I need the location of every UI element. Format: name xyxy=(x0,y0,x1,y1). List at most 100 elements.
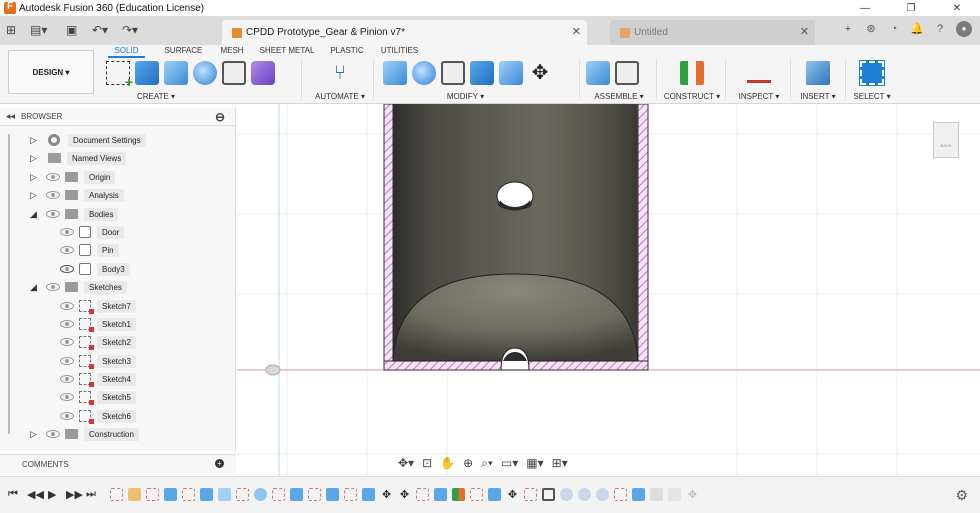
tab-surface[interactable]: SURFACE xyxy=(155,46,212,58)
sketch-step-icon[interactable] xyxy=(470,488,483,501)
eye-icon[interactable] xyxy=(60,246,74,254)
eye-icon[interactable] xyxy=(60,338,74,346)
move-step-icon[interactable]: ✥ xyxy=(398,488,411,501)
revolve-icon[interactable] xyxy=(164,61,188,85)
fillet-step-icon[interactable] xyxy=(578,488,591,501)
tab-utilities[interactable]: UTILITIES xyxy=(372,46,427,58)
automate-icon[interactable]: ⑂ xyxy=(328,61,352,85)
tree-item-sketch3[interactable]: Sketch3 xyxy=(60,353,136,369)
close-tab-icon[interactable]: ✕ xyxy=(572,25,581,38)
plane-step-icon[interactable] xyxy=(452,488,465,501)
minimize-panel-icon[interactable]: ⊖ xyxy=(215,110,225,124)
workspace-switcher[interactable]: DESIGN ▾ xyxy=(8,50,94,94)
tree-item-origin[interactable]: ▷ Origin xyxy=(30,169,116,185)
tab-mesh[interactable]: MESH xyxy=(212,46,252,58)
eye-icon[interactable] xyxy=(60,393,74,401)
fillet-step-icon[interactable] xyxy=(596,488,609,501)
notifications-icon[interactable]: 🔔 xyxy=(910,22,924,36)
split-body-icon[interactable] xyxy=(499,61,523,85)
collapse-arrow-icon[interactable]: ◢ xyxy=(30,209,40,220)
tree-item-analysis[interactable]: ▷ Analysis xyxy=(30,187,124,203)
expand-arrow-icon[interactable]: ▷ xyxy=(30,429,40,440)
timeline-settings-gear-icon[interactable]: ⚙ xyxy=(955,487,968,504)
pan-icon[interactable]: ✋ xyxy=(440,456,455,470)
sketch-step-icon[interactable] xyxy=(146,488,159,501)
hole-icon[interactable] xyxy=(193,61,217,85)
play-icon[interactable]: ▶ xyxy=(48,488,56,501)
tree-item-sketch2[interactable]: Sketch2 xyxy=(60,334,136,350)
app-grid-icon[interactable]: ⊞ xyxy=(6,23,16,37)
pattern-icon[interactable] xyxy=(222,61,246,85)
eye-icon[interactable] xyxy=(60,375,74,383)
extrude-step-icon[interactable] xyxy=(326,488,339,501)
avatar[interactable]: ● xyxy=(956,21,972,37)
tree-item-sketch1[interactable]: Sketch1 xyxy=(60,316,136,332)
extrude-step-icon[interactable] xyxy=(164,488,177,501)
eye-icon[interactable] xyxy=(46,430,60,438)
create-menu[interactable]: CREATE ▾ xyxy=(106,92,206,101)
viewports-icon[interactable]: ⊞▾ xyxy=(552,456,568,470)
tree-item-named-views[interactable]: ▷ Named Views xyxy=(30,150,127,166)
expand-arrow-icon[interactable]: ▷ xyxy=(30,172,40,183)
look-at-icon[interactable]: ⊡ xyxy=(422,456,432,470)
collapse-panel-icon[interactable]: ◂◂ xyxy=(6,111,15,122)
expand-arrow-icon[interactable]: ▷ xyxy=(30,135,40,146)
close-tab-icon[interactable]: ✕ xyxy=(800,25,809,38)
extrude-step-icon[interactable] xyxy=(488,488,501,501)
tree-item-body3[interactable]: Body3 xyxy=(60,261,130,277)
tree-item-sketch5[interactable]: Sketch5 xyxy=(60,389,136,405)
step-back-icon[interactable]: ◀◀ xyxy=(27,488,44,501)
orbit-icon[interactable]: ✥▾ xyxy=(398,456,414,470)
tree-item-document-settings[interactable]: ▷ Document Settings xyxy=(30,132,146,148)
extrude-icon[interactable] xyxy=(135,61,159,85)
eye-icon[interactable] xyxy=(46,283,60,291)
fit-icon[interactable]: ⌕▾ xyxy=(481,456,493,471)
undo-icon[interactable]: ↶▾ xyxy=(92,23,108,37)
left-wall-section[interactable] xyxy=(383,104,394,371)
revolve-step-icon[interactable] xyxy=(218,488,231,501)
help-icon[interactable]: ? xyxy=(933,22,947,36)
tree-item-sketches[interactable]: ◢ Sketches xyxy=(30,279,127,295)
design-canvas[interactable] xyxy=(237,104,980,476)
sketch-step-icon[interactable] xyxy=(110,488,123,501)
insert-menu[interactable]: INSERT ▾ xyxy=(797,92,839,101)
extrude-step-icon[interactable] xyxy=(632,488,645,501)
view-cube[interactable]: BACK xyxy=(933,122,959,158)
grid-settings-icon[interactable]: ▦▾ xyxy=(526,456,543,470)
eye-icon[interactable] xyxy=(60,265,74,273)
tree-item-door[interactable]: Door xyxy=(60,224,125,240)
shell-icon[interactable] xyxy=(441,61,465,85)
eye-icon[interactable] xyxy=(46,191,60,199)
zoom-icon[interactable]: ⊕ xyxy=(463,456,473,470)
add-comment-icon[interactable]: + xyxy=(215,459,224,468)
eye-icon[interactable] xyxy=(60,357,74,365)
file-icon[interactable]: ▤▾ xyxy=(30,23,47,37)
select-menu[interactable]: SELECT ▾ xyxy=(851,92,893,101)
display-settings-icon[interactable]: ▭▾ xyxy=(501,456,518,470)
sketch-step-icon[interactable] xyxy=(344,488,357,501)
go-to-end-icon[interactable]: ⏭ xyxy=(86,488,96,501)
assemble-menu[interactable]: ASSEMBLE ▾ xyxy=(586,92,652,101)
offset-plane-icon[interactable] xyxy=(680,61,704,85)
extrude-step-icon[interactable] xyxy=(434,488,447,501)
select-icon[interactable] xyxy=(859,60,885,86)
suppressed-move-step-icon[interactable]: ✥ xyxy=(686,488,699,501)
tree-item-sketch4[interactable]: Sketch4 xyxy=(60,371,136,387)
fillet-icon[interactable] xyxy=(412,61,436,85)
tab-active-document[interactable]: CPDD Prototype_Gear & Pinion v7* ✕ xyxy=(222,20,587,45)
collapse-arrow-icon[interactable]: ◢ xyxy=(30,282,40,293)
press-pull-icon[interactable] xyxy=(383,61,407,85)
tab-plastic[interactable]: PLASTIC xyxy=(322,46,372,58)
pattern-step-icon[interactable] xyxy=(254,488,267,501)
inspect-menu[interactable]: INSPECT ▾ xyxy=(733,92,785,101)
move-step-icon[interactable]: ✥ xyxy=(506,488,519,501)
eye-icon[interactable] xyxy=(60,302,74,310)
insert-image-icon[interactable] xyxy=(806,61,830,85)
new-tab-icon[interactable]: + xyxy=(841,22,855,36)
expand-arrow-icon[interactable]: ▷ xyxy=(30,190,40,201)
maximize-button[interactable]: ❐ xyxy=(888,0,934,17)
joint-icon[interactable] xyxy=(615,61,639,85)
extrude-step-icon[interactable] xyxy=(290,488,303,501)
expand-arrow-icon[interactable]: ▷ xyxy=(30,153,40,164)
new-component-icon[interactable] xyxy=(586,61,610,85)
